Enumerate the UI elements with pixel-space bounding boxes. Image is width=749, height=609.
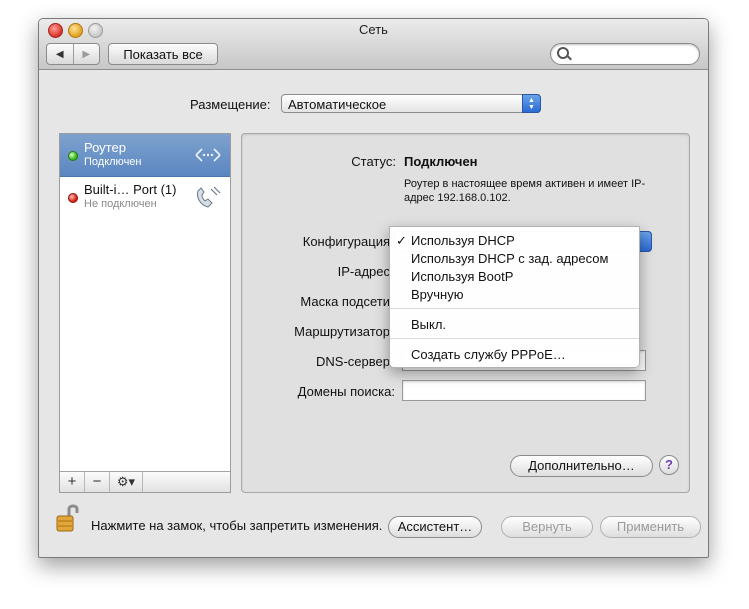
popup-arrows-icon [638, 231, 652, 252]
subnet-mask-label: Маска подсети [300, 294, 390, 309]
dns-server-label: DNS-сервер [316, 354, 390, 369]
assistant-button[interactable]: Ассистент… [388, 516, 482, 538]
show-all-button[interactable]: Показать все [108, 43, 218, 65]
service-item-router[interactable]: Роутер Подключен [60, 134, 230, 177]
popup-arrows-icon: ▲ ▼ [522, 94, 541, 113]
menu-item-bootp[interactable]: Используя BootP [411, 269, 513, 284]
menu-item-dhcp[interactable]: Используя DHCP [411, 233, 515, 248]
search-domains-field[interactable] [402, 380, 646, 401]
remove-service-button[interactable]: − [85, 472, 110, 492]
toolbar: Сеть ◀ ▶ Показать все [39, 19, 708, 70]
add-service-button[interactable]: + [60, 472, 85, 492]
telephone-icon [197, 186, 221, 208]
service-status: Подключен [84, 156, 142, 168]
search-icon [557, 47, 569, 59]
window-title: Сеть [359, 22, 388, 37]
advanced-button[interactable]: Дополнительно… [510, 455, 653, 477]
status-description: Роутер в настоящее время активен и имеет… [404, 178, 646, 204]
lock-message: Нажмите на замок, чтобы запретить измене… [91, 518, 383, 533]
lock-icon[interactable] [55, 503, 79, 533]
checkmark-icon: ✓ [396, 233, 407, 248]
location-popup[interactable]: Автоматическое ▲ ▼ [281, 94, 541, 113]
menu-item-create-pppoe[interactable]: Создать службу PPPoE… [411, 347, 566, 362]
menu-separator [390, 338, 639, 339]
configure-dropdown-menu: ✓ Используя DHCP Используя DHCP с зад. а… [389, 226, 640, 368]
configure-label: Конфигурация [302, 234, 390, 249]
search-domains-label: Домены поиска: [297, 384, 395, 399]
forward-arrow-icon: ▶ [82, 48, 91, 60]
forward-button[interactable]: ▶ [74, 44, 100, 64]
zoom-button[interactable] [88, 23, 103, 38]
service-name: Роутер [84, 140, 126, 155]
router-label: Маршрутизатор [294, 324, 390, 339]
connected-status-icon [68, 151, 78, 161]
status-value: Подключен [404, 154, 478, 169]
search-input[interactable] [550, 43, 700, 65]
service-list-controls: + − ⚙▾ [60, 471, 230, 492]
menu-item-dhcp-manual-address[interactable]: Используя DHCP с зад. адресом [411, 251, 608, 266]
back-arrow-icon: ◀ [55, 48, 64, 60]
gear-menu-button[interactable]: ⚙▾ [110, 472, 143, 492]
menu-separator [390, 308, 639, 309]
ip-address-label: IP-адрес [337, 264, 390, 279]
service-status: Не подключен [84, 198, 157, 210]
ethernet-icon [195, 148, 221, 162]
location-label: Размещение: [190, 97, 271, 112]
service-list: Роутер Подключен Built-i… Port (1) Не по… [59, 133, 231, 493]
close-button[interactable] [48, 23, 63, 38]
status-label: Статус: [351, 154, 396, 169]
minimize-button[interactable] [68, 23, 83, 38]
help-button[interactable]: ? [659, 455, 679, 475]
location-value: Автоматическое [288, 97, 387, 112]
back-button[interactable]: ◀ [47, 44, 74, 64]
back-forward-control: ◀ ▶ [46, 43, 100, 65]
menu-item-off[interactable]: Выкл. [411, 317, 446, 332]
service-name: Built-i… Port (1) [84, 182, 177, 197]
revert-button[interactable]: Вернуть [501, 516, 593, 538]
menu-item-manually[interactable]: Вручную [411, 287, 463, 302]
apply-button[interactable]: Применить [600, 516, 701, 538]
service-item-builtin-port[interactable]: Built-i… Port (1) Не подключен [60, 176, 230, 218]
disconnected-status-icon [68, 193, 78, 203]
